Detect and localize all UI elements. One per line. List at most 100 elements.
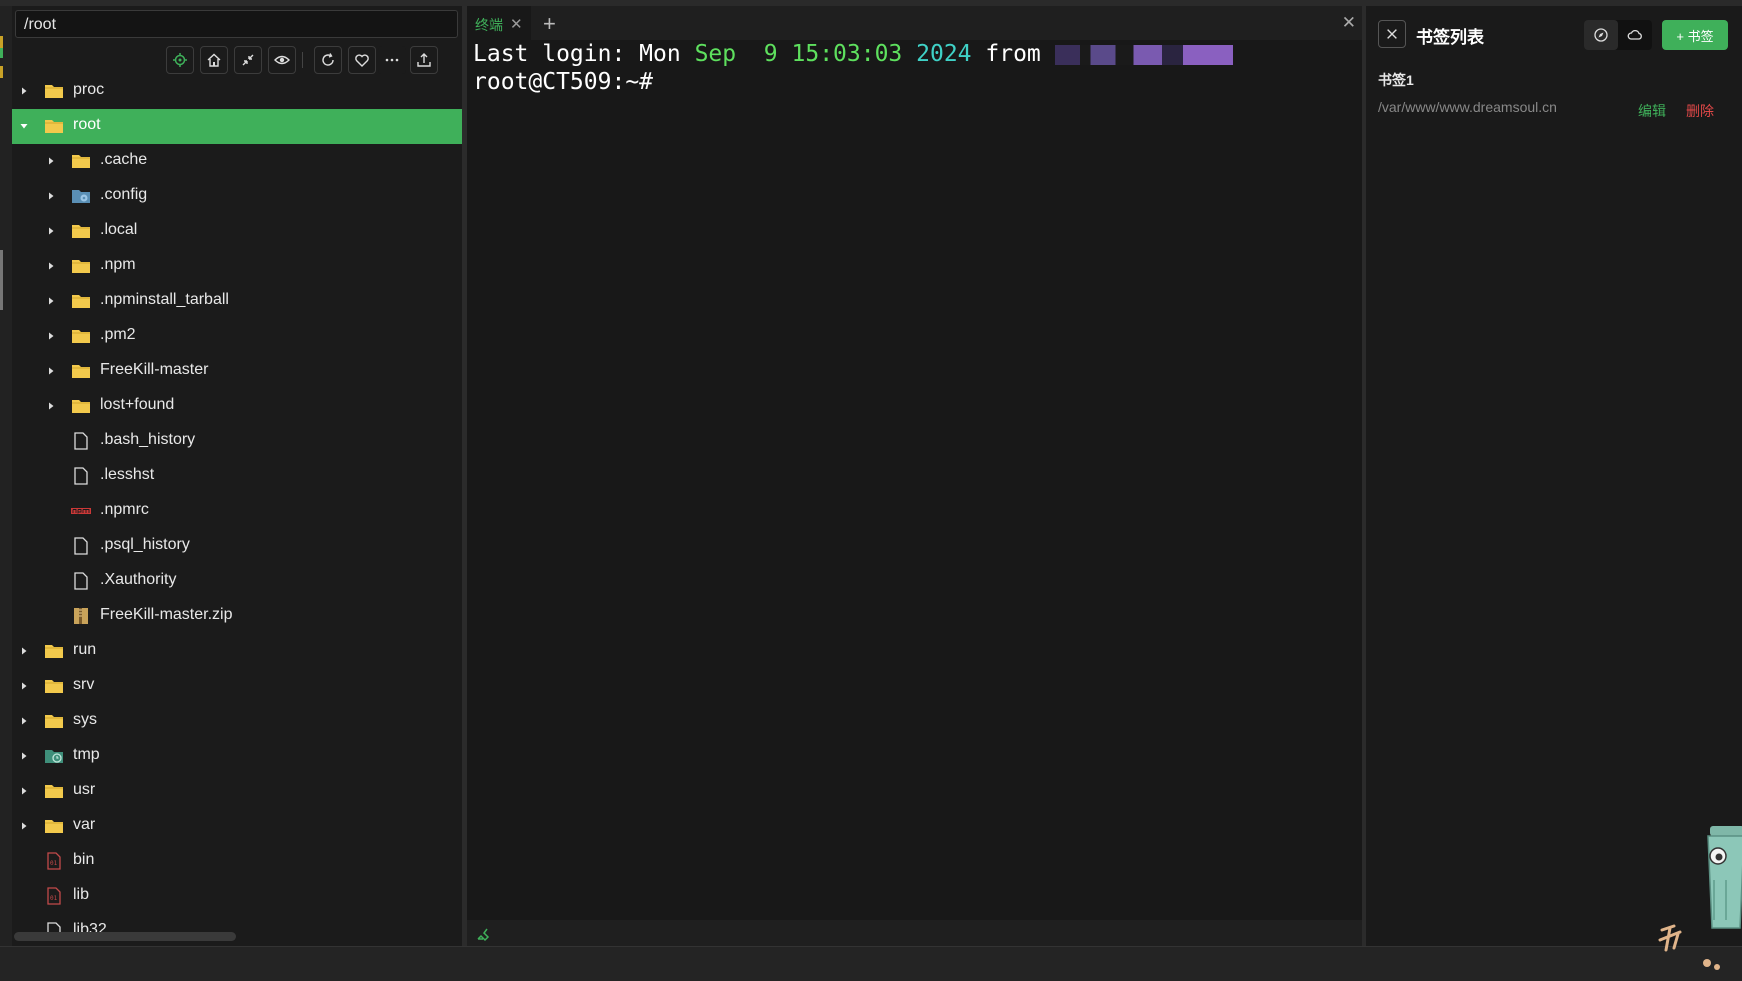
chevron-right-icon[interactable]: [19, 646, 29, 656]
chevron-right-icon[interactable]: [19, 821, 29, 831]
tree-row[interactable]: FreeKill-master.zip: [12, 599, 462, 634]
chevron-right-icon[interactable]: [46, 401, 56, 411]
home-icon[interactable]: [200, 46, 228, 74]
path-input[interactable]: /root: [15, 10, 458, 38]
add-tab-button[interactable]: +: [543, 11, 556, 37]
bookmark-title: 书签列表: [1416, 28, 1484, 47]
tree-row[interactable]: FreeKill-master: [12, 354, 462, 389]
chevron-right-icon[interactable]: [46, 331, 56, 341]
tree-row[interactable]: .lesshst: [12, 459, 462, 494]
tree-item-name: bin: [73, 851, 95, 868]
folder-icon: [44, 82, 64, 100]
chevron-right-icon[interactable]: [46, 261, 56, 271]
chevron-right-icon[interactable]: [46, 226, 56, 236]
chevron-right-icon[interactable]: [19, 681, 29, 691]
tree-row[interactable]: .pm2: [12, 319, 462, 354]
tree-item-name: FreeKill-master: [100, 361, 209, 378]
chevron-right-icon[interactable]: [19, 786, 29, 796]
folder-icon: [44, 677, 64, 695]
tab-terminal[interactable]: 终端 ✕: [467, 6, 531, 40]
binary-file-icon: 01: [44, 887, 64, 905]
close-bookmarks-button[interactable]: [1378, 20, 1406, 48]
folder-icon: [71, 397, 91, 415]
login-time: 15:03:03: [791, 41, 903, 67]
tree-row[interactable]: .cache: [12, 144, 462, 179]
eye-icon[interactable]: [268, 46, 296, 74]
more-icon[interactable]: [378, 46, 406, 74]
bookmark-item-path[interactable]: /var/www/www.dreamsoul.cn: [1378, 99, 1557, 115]
horizontal-scrollbar[interactable]: [14, 932, 236, 941]
tree-row[interactable]: tmp: [12, 739, 462, 774]
tree-item-name: .cache: [100, 151, 148, 168]
folder-icon: [71, 257, 91, 275]
tree-row[interactable]: var: [12, 809, 462, 844]
tree-item-name: var: [73, 816, 96, 833]
tree-item-name: .npm: [100, 256, 136, 273]
tree-row[interactable]: .local: [12, 214, 462, 249]
close-icon: [1387, 29, 1397, 39]
folder-icon: [71, 152, 91, 170]
chevron-right-icon[interactable]: [46, 366, 56, 376]
tree-row[interactable]: .npm: [12, 249, 462, 284]
tree-row[interactable]: root: [12, 109, 462, 144]
tree-item-name: proc: [73, 81, 105, 98]
locate-icon[interactable]: [166, 46, 194, 74]
tree-item-name: .local: [100, 221, 138, 238]
tree-row[interactable]: .config: [12, 179, 462, 214]
tree-row[interactable]: .npminstall_tarball: [12, 284, 462, 319]
brush-icon[interactable]: [475, 926, 491, 942]
tree-item-name: root: [73, 116, 101, 133]
bookmark-panel: 书签列表 + 书签 书签1 /var/www/www.dreamsoul.cn …: [1366, 6, 1742, 946]
tree-item-name: run: [73, 641, 97, 658]
terminal-output[interactable]: Last login: Mon Sep 9 15:03:03 2024 from…: [473, 40, 1353, 96]
add-bookmark-button[interactable]: + 书签: [1662, 20, 1728, 50]
chevron-right-icon[interactable]: [19, 751, 29, 761]
chevron-right-icon[interactable]: [19, 716, 29, 726]
tree-item-name: usr: [73, 781, 96, 798]
prompt-line: root@CT509:~#: [473, 69, 654, 95]
tree-row[interactable]: .Xauthority: [12, 564, 462, 599]
terminal-tab-bar: 终端 ✕ + ✕: [467, 6, 1362, 40]
collapse-icon[interactable]: [234, 46, 262, 74]
login-prefix: Last login: Mon: [473, 41, 695, 67]
chevron-down-icon[interactable]: [19, 121, 29, 131]
tree-row[interactable]: run: [12, 634, 462, 669]
svg-text:01: 01: [50, 895, 58, 902]
cloud-icon[interactable]: [1618, 20, 1652, 50]
chevron-right-icon[interactable]: [46, 156, 56, 166]
tree-row[interactable]: srv: [12, 669, 462, 704]
tree-item-name: .bash_history: [100, 431, 196, 448]
folder-icon: [71, 362, 91, 380]
compass-icon[interactable]: [1584, 20, 1618, 50]
login-from: from: [971, 41, 1055, 67]
folder-icon: [71, 327, 91, 345]
upload-icon[interactable]: [410, 46, 438, 74]
tree-row[interactable]: proc: [12, 74, 462, 109]
tab-close-icon[interactable]: ✕: [510, 15, 523, 33]
heart-icon[interactable]: [348, 46, 376, 74]
file-icon: [71, 432, 91, 450]
tree-row[interactable]: .psql_history: [12, 529, 462, 564]
tree-row[interactable]: 01 lib: [12, 879, 462, 914]
corner-dots-icon: [1703, 959, 1720, 970]
chevron-right-icon[interactable]: [46, 191, 56, 201]
tree-item-name: tmp: [73, 746, 100, 763]
tree-item-name: .psql_history: [100, 536, 190, 553]
tree-row[interactable]: lost+found: [12, 389, 462, 424]
close-terminal-button[interactable]: ✕: [1342, 13, 1356, 33]
refresh-icon[interactable]: [314, 46, 342, 74]
tree-row[interactable]: .npmrc: [12, 494, 462, 529]
login-day: 9: [736, 41, 792, 67]
tree-row[interactable]: 01 bin: [12, 844, 462, 879]
bookmark-item-name[interactable]: 书签1: [1378, 70, 1414, 90]
tree-row[interactable]: sys: [12, 704, 462, 739]
bookmark-delete-button[interactable]: 删除: [1686, 101, 1714, 121]
bookmark-edit-button[interactable]: 编辑: [1638, 101, 1666, 121]
folder-icon: [44, 782, 64, 800]
tree-row[interactable]: usr: [12, 774, 462, 809]
chevron-right-icon[interactable]: [19, 86, 29, 96]
chevron-right-icon[interactable]: [46, 296, 56, 306]
bookmark-view-toggle: [1584, 20, 1652, 50]
tree-item-name: lib: [73, 886, 90, 903]
tree-row[interactable]: .bash_history: [12, 424, 462, 459]
